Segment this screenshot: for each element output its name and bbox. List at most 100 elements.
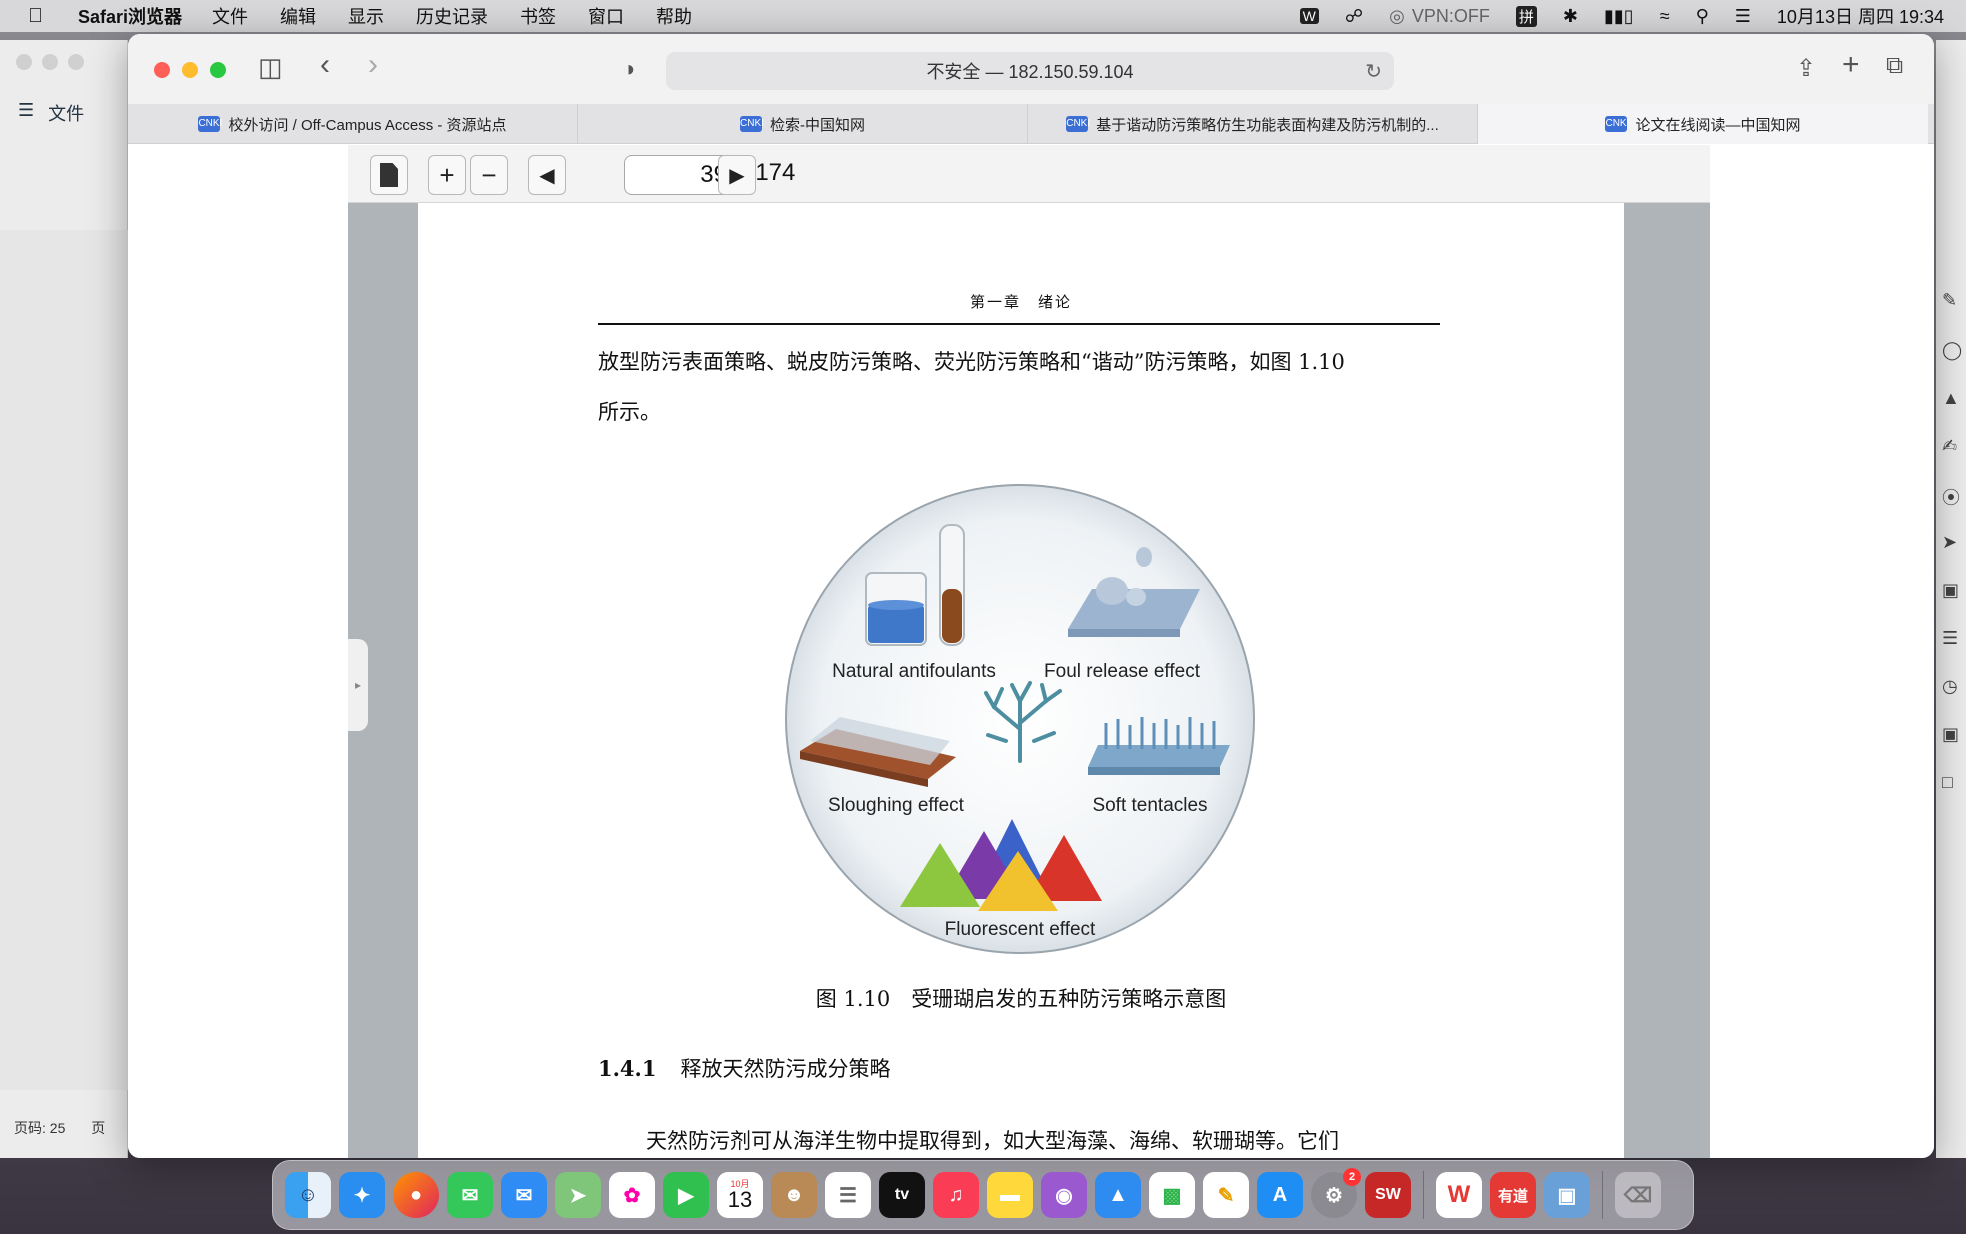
menu-app-name[interactable]: Safari浏览器: [78, 3, 182, 29]
facetime-icon[interactable]: ▶: [663, 1172, 709, 1218]
tab-label: 检索-中国知网: [770, 116, 865, 134]
menu-help[interactable]: 帮助: [656, 3, 692, 29]
crop-icon[interactable]: □: [1942, 772, 1953, 793]
menu-window[interactable]: 窗口: [588, 3, 624, 29]
calendar-icon[interactable]: 10月 13: [717, 1172, 763, 1218]
tab-overview-icon[interactable]: ⧉: [1886, 52, 1903, 80]
finder-icon[interactable]: ☺: [285, 1172, 331, 1218]
tab-search[interactable]: CNKI 检索-中国知网: [578, 104, 1028, 144]
zoom-button[interactable]: [210, 62, 226, 78]
menu-view[interactable]: 显示: [348, 3, 384, 29]
sidebar-toggle-icon[interactable]: ◫: [258, 52, 283, 83]
photos-icon[interactable]: ✿: [609, 1172, 655, 1218]
menubar-clock[interactable]: 10月13日 周四 19:34: [1777, 3, 1944, 29]
figure-caption: 图 1.10 受珊瑚启发的五种防污策略示意图: [815, 987, 1227, 1011]
section-heading: 1.4.1 释放天然防污成分策略: [598, 1053, 890, 1083]
lock-icon[interactable]: ▣: [1942, 580, 1959, 601]
reload-icon[interactable]: ↻: [1365, 59, 1382, 84]
menu-bookmarks[interactable]: 书签: [520, 3, 556, 29]
podcasts-icon[interactable]: ◉: [1041, 1172, 1087, 1218]
notes-icon[interactable]: ▬: [987, 1172, 1033, 1218]
background-window-lights: [16, 54, 84, 70]
background-file-row[interactable]: ☰ 文件: [18, 100, 84, 126]
minimize-button[interactable]: [182, 62, 198, 78]
mail-icon[interactable]: ✉: [501, 1172, 547, 1218]
numbers-icon[interactable]: ▩: [1149, 1172, 1195, 1218]
zoom-out-button[interactable]: −: [470, 155, 508, 195]
music-icon[interactable]: ♫: [933, 1172, 979, 1218]
maps-icon[interactable]: ➤: [555, 1172, 601, 1218]
highlighter-icon[interactable]: ▲: [1942, 388, 1960, 409]
menu-file[interactable]: 文件: [212, 3, 248, 29]
dock: ☺ ✦ ● ✉ ✉ ➤ ✿ ▶ 10月 13 ☻ ☰ tv ♫ ▬ ◉ ▲ ▩ …: [272, 1160, 1694, 1230]
system-settings-icon[interactable]: ⚙ 2: [1311, 1168, 1361, 1218]
close-button[interactable]: [16, 54, 32, 70]
tab-online-reading[interactable]: CNKI 论文在线阅读—中国知网: [1478, 104, 1928, 144]
previous-page-button[interactable]: ◀: [528, 155, 566, 195]
spotlight-search-icon[interactable]: ⚲: [1696, 6, 1709, 27]
figure-label: Soft tentacles: [1092, 795, 1207, 816]
address-bar[interactable]: 不安全 — 182.150.59.104 ↻: [666, 52, 1394, 90]
close-button[interactable]: [154, 62, 170, 78]
document-button[interactable]: [370, 155, 408, 195]
pointer-icon[interactable]: ➤: [1942, 532, 1957, 553]
shapes-icon[interactable]: ◯: [1942, 340, 1962, 361]
vpn-status[interactable]: ◎ VPN:OFF: [1389, 6, 1490, 27]
figure-label: Foul release effect: [1044, 661, 1201, 682]
tab-label: 论文在线阅读—中国知网: [1635, 116, 1801, 134]
calendar-day: 13: [727, 1186, 753, 1212]
wifi-icon[interactable]: ≈: [1660, 6, 1670, 27]
stamp-icon[interactable]: ⦿: [1942, 484, 1960, 510]
share-icon[interactable]: ⇪: [1796, 54, 1816, 83]
messages-icon[interactable]: ✉: [447, 1172, 493, 1218]
bluetooth-icon[interactable]: ✱: [1563, 6, 1578, 27]
battery-icon[interactable]: ▮▮▯: [1604, 6, 1634, 27]
safari-icon[interactable]: ✦: [339, 1172, 385, 1218]
contacts-icon[interactable]: ☻: [771, 1172, 817, 1218]
pdf-toolbar: + − ◀ / 174 ▶: [348, 145, 1710, 203]
tab-paper[interactable]: CNKI 基于谐动防污策略仿生功能表面构建及防污机制的...: [1028, 104, 1478, 144]
apple-icon[interactable]: : [28, 5, 56, 28]
preview-icon[interactable]: ▣: [1544, 1172, 1590, 1218]
wps-status-icon[interactable]: W: [1299, 8, 1319, 24]
pdf-sidebar-handle[interactable]: ▸: [348, 639, 368, 731]
next-page-button[interactable]: ▶: [718, 155, 756, 195]
forward-icon[interactable]: ›: [368, 48, 378, 82]
zoom-in-button[interactable]: +: [428, 155, 466, 195]
ime-indicator[interactable]: 拼: [1515, 5, 1537, 27]
image-icon[interactable]: ▣: [1942, 724, 1959, 745]
figure-label: Fluorescent effect: [945, 919, 1096, 940]
control-center-icon[interactable]: ☰: [1735, 6, 1751, 27]
signature-icon[interactable]: ✍: [1942, 436, 1957, 457]
body-line: 放型防污表面策略、蜕皮防污策略、荧光防污策略和“谐动”防污策略，如图 1.10: [598, 350, 1345, 374]
pages-icon[interactable]: ✎: [1203, 1172, 1249, 1218]
reminders-icon[interactable]: ☰: [825, 1172, 871, 1218]
youdao-dictionary-icon[interactable]: 有道: [1490, 1172, 1536, 1218]
wps-office-icon[interactable]: W: [1436, 1172, 1482, 1218]
keynote-icon[interactable]: ▲: [1095, 1172, 1141, 1218]
apple-tv-icon[interactable]: tv: [879, 1172, 925, 1218]
back-icon[interactable]: ‹: [320, 48, 330, 82]
firefox-icon[interactable]: ●: [393, 1172, 439, 1218]
zoom-button[interactable]: [68, 54, 84, 70]
dock-separator: [1602, 1171, 1603, 1219]
privacy-shield-icon[interactable]: ◑: [622, 56, 635, 82]
background-tools-panel: ✎ ◯ ▲ ✍ ⦿ ➤ ▣ ☰ ◷ ▣ □: [1936, 40, 1966, 1158]
adjust-icon[interactable]: ☰: [1942, 628, 1958, 649]
new-tab-icon[interactable]: +: [1842, 48, 1860, 82]
menu-edit[interactable]: 编辑: [280, 3, 316, 29]
menu-history[interactable]: 历史记录: [416, 3, 488, 29]
clock-icon[interactable]: ◷: [1942, 676, 1958, 697]
minimize-button[interactable]: [42, 54, 58, 70]
trash-icon[interactable]: ⌫: [1615, 1172, 1661, 1218]
test-tube-icon: [939, 524, 965, 646]
pencil-icon[interactable]: ✎: [1942, 290, 1957, 311]
app-store-icon[interactable]: A: [1257, 1172, 1303, 1218]
hamburger-icon[interactable]: ☰: [18, 100, 34, 126]
tab-offcampus[interactable]: CNKI 校外访问 / Off-Campus Access - 资源站点: [128, 104, 578, 144]
tab-bar: CNKI 校外访问 / Off-Campus Access - 资源站点 CNK…: [128, 104, 1934, 144]
background-file-label[interactable]: 文件: [48, 100, 84, 126]
right-triangle-icon: ▶: [729, 164, 745, 187]
chat-status-icon[interactable]: ☍: [1345, 6, 1363, 27]
solidworks-icon[interactable]: SW: [1365, 1172, 1411, 1218]
